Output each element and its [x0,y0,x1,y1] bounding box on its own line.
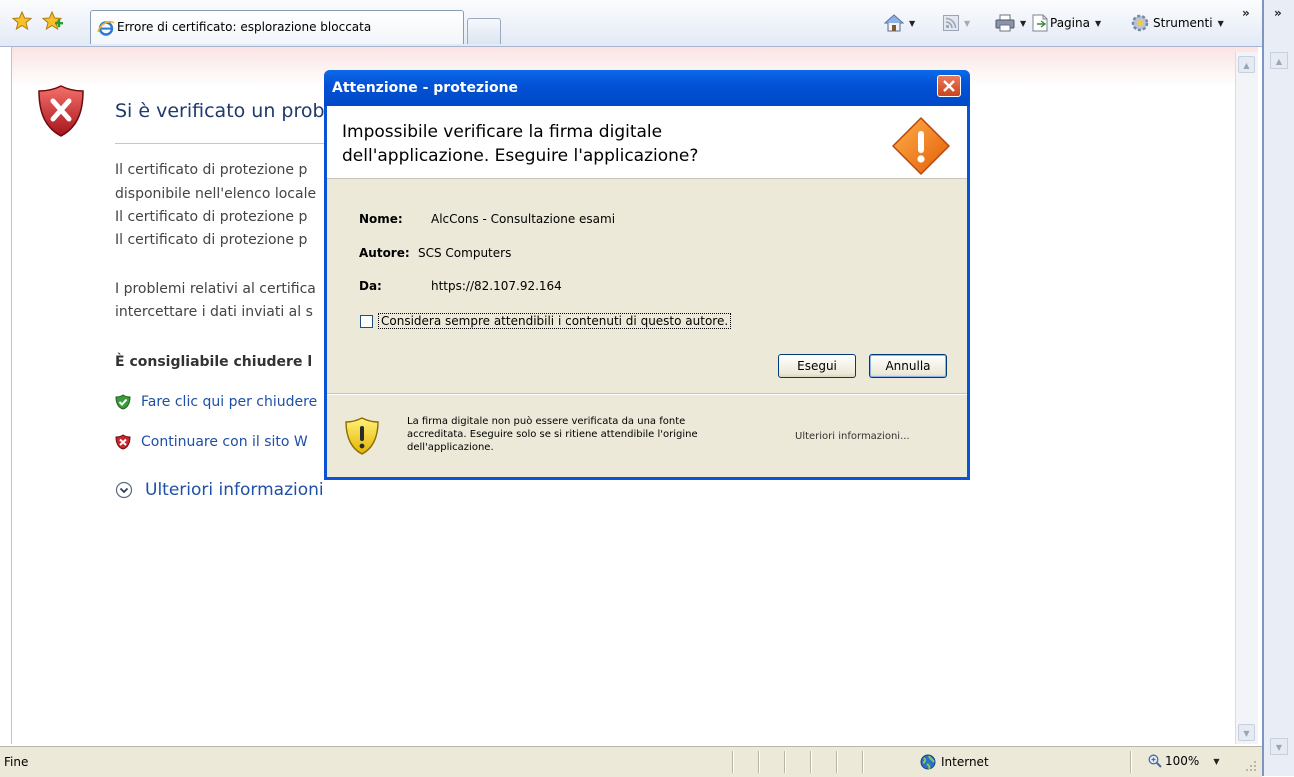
toolbar-overflow-chevron-icon[interactable]: » [1242,6,1250,20]
status-divider [810,751,812,773]
outer-window-strip: » ▲ ▼ [1262,0,1294,776]
dialog-separator [327,393,967,395]
more-info-link[interactable]: Ulteriori informazioni [115,480,324,500]
footer-warning-text: La firma digitale non può essere verific… [407,416,698,453]
paragraph-line: Il certificato di protezione p [115,209,308,225]
status-divider [784,751,786,773]
status-divider [1130,751,1132,773]
gear-icon [1131,14,1149,32]
expand-chevron-icon [115,481,133,499]
paragraph-line: Il certificato di protezione p [115,162,308,178]
trust-author-checkbox[interactable] [360,314,373,328]
tab-title: Errore di certificato: esplorazione bloc… [117,20,372,34]
print-button[interactable]: ▼ [995,13,1026,33]
dialog-titlebar[interactable]: Attenzione - protezione [324,70,970,106]
security-warning-dialog: Attenzione - protezione Impossibile veri… [324,70,970,480]
field-label-name: Nome: [359,212,403,226]
dialog-heading-line: dell'applicazione. Eseguire l'applicazio… [342,146,699,166]
close-page-link[interactable]: Fare clic qui per chiudere [115,394,317,410]
scroll-up-arrow-icon[interactable]: ▲ [1238,56,1255,73]
close-page-link-label: Fare clic qui per chiudere [141,394,318,410]
status-bar: Fine Internet 100% ▼ [0,746,1262,777]
outer-overflow-chevron-icon[interactable]: » [1274,6,1282,20]
tab-active[interactable]: Errore di certificato: esplorazione bloc… [90,10,464,44]
field-value-author: SCS Computers [418,246,512,260]
tools-dropdown-icon: ▼ [1217,18,1224,28]
close-button[interactable] [937,75,961,97]
warning-exclamation-icon [892,117,950,175]
status-divider [836,751,838,773]
dialog-title: Attenzione - protezione [332,80,519,96]
continue-site-link-label: Continuare con il sito W [141,434,308,450]
printer-icon [995,14,1015,32]
page-menu[interactable]: Pagina ▼ [1032,13,1101,33]
continue-site-link[interactable]: Continuare con il sito W [115,434,308,450]
feeds-dropdown-icon[interactable]: ▼ [964,19,970,28]
add-favorites-icon[interactable] [42,11,64,31]
zoom-level: 100% [1165,754,1200,768]
home-dropdown-icon[interactable]: ▼ [909,19,915,28]
field-label-from: Da: [359,279,382,293]
rss-feed-icon [943,15,959,31]
yellow-shield-warning-icon [345,417,379,455]
field-label-author: Autore: [359,246,410,260]
browser-toolbar: Errore di certificato: esplorazione bloc… [0,0,1294,47]
paragraph-line: disponibile nell'elenco locale [115,186,317,202]
green-shield-check-icon [115,394,131,410]
run-button[interactable]: Esegui [778,354,856,378]
page-scrollbar[interactable]: ▲ ▼ [1235,52,1258,744]
tools-menu-label: Strumenti [1153,16,1213,30]
paragraph-line: Il certificato di protezione p [115,232,308,248]
zoom-control[interactable]: 100% ▼ [1148,754,1219,768]
status-divider [732,751,734,773]
error-shield-icon [38,85,84,137]
dialog-body: Impossibile verificare la firma digitale… [327,106,967,477]
home-button[interactable]: ▼ [884,13,915,33]
zoom-magnifier-icon [1148,754,1162,768]
footer-more-info-link[interactable]: Ulteriori informazioni... [795,431,910,442]
security-zone[interactable]: Internet [920,754,989,770]
dialog-header: Impossibile verificare la firma digitale… [327,106,967,179]
ie-logo-icon [97,20,115,36]
dialog-heading: Impossibile verificare la firma digitale… [342,120,698,168]
page-dropdown-icon: ▼ [1094,18,1102,28]
home-icon [884,14,904,32]
outer-scroll-down-icon[interactable]: ▼ [1270,738,1288,755]
cancel-button[interactable]: Annulla [869,354,947,378]
resize-grip-icon[interactable] [1240,757,1258,775]
page-menu-label: Pagina [1050,16,1090,30]
tools-menu[interactable]: Strumenti ▼ [1130,13,1224,33]
paragraph-line: intercettare i dati inviati al s [115,304,313,320]
field-value-from: https://82.107.92.164 [431,279,562,293]
new-tab-button[interactable] [467,18,501,44]
scroll-down-arrow-icon[interactable]: ▼ [1238,724,1255,741]
status-divider [862,751,864,773]
dialog-heading-line: Impossibile verificare la firma digitale [342,122,663,142]
close-icon [943,80,955,92]
paragraph-line: I problemi relativi al certifica [115,281,316,297]
title-divider [115,143,330,144]
feeds-button[interactable]: ▼ [943,13,970,33]
recommendation-heading: È consigliabile chiudere l [115,354,313,370]
more-info-label: Ulteriori informazioni [145,480,324,500]
trust-author-label[interactable]: Considera sempre attendibili i contenuti… [378,313,732,329]
globe-icon [920,754,936,770]
print-dropdown-icon[interactable]: ▼ [1020,19,1026,28]
status-divider [758,751,760,773]
security-zone-label: Internet [941,755,989,769]
page-icon [1032,14,1048,32]
status-text: Fine [4,755,29,769]
trust-author-option[interactable]: Considera sempre attendibili i contenuti… [360,313,732,329]
field-value-name: AlcCons - Consultazione esami [431,212,616,226]
zoom-dropdown-icon[interactable]: ▼ [1213,757,1219,766]
red-shield-x-icon [115,434,131,450]
page-title: Si è verificato un prob [115,100,325,122]
favorites-star-icon[interactable] [12,11,32,31]
outer-scroll-up-icon[interactable]: ▲ [1270,52,1288,69]
